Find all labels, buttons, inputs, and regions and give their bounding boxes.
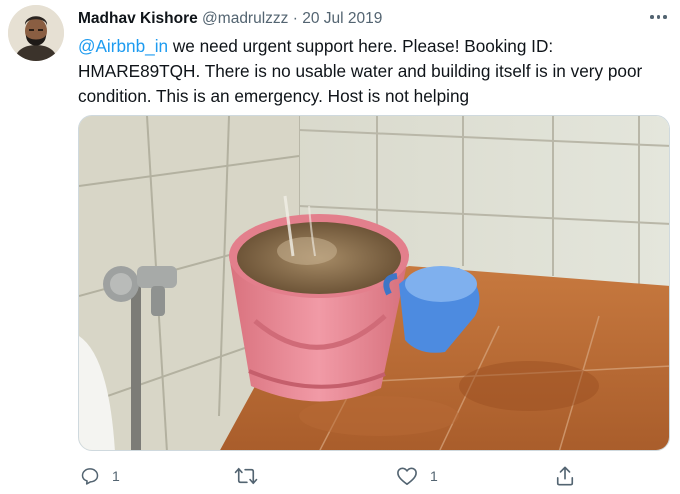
retweet-icon [234, 467, 258, 485]
retweet-button[interactable] [234, 463, 270, 489]
heart-icon [397, 467, 417, 485]
header-separator: · [292, 10, 298, 27]
author-name[interactable]: Madhav Kishore [78, 10, 198, 27]
more-options-button[interactable] [646, 9, 670, 25]
tweet-media-photo[interactable] [78, 115, 670, 451]
tweet-header: Madhav Kishore @madrulzzz · 20 Jul 2019 [78, 9, 382, 29]
tweet-date[interactable]: 20 Jul 2019 [302, 10, 382, 27]
like-button[interactable]: 1 [396, 463, 438, 489]
author-handle[interactable]: @madrulzzz [202, 10, 288, 27]
like-count: 1 [430, 468, 438, 484]
tweet-text: @Airbnb_in we need urgent support here. … [78, 34, 673, 109]
avatar-image [8, 5, 64, 61]
bathroom-photo [79, 116, 669, 450]
mention-link[interactable]: @Airbnb_in [78, 36, 168, 56]
share-icon [556, 466, 574, 486]
reply-count: 1 [112, 468, 120, 484]
tweet-action-bar: 1 1 [0, 463, 680, 491]
reply-button[interactable]: 1 [80, 463, 120, 489]
share-button[interactable] [555, 463, 575, 489]
tweet-card[interactable]: Madhav Kishore @madrulzzz · 20 Jul 2019 … [0, 0, 680, 494]
reply-icon [81, 468, 99, 485]
avatar[interactable] [8, 5, 64, 61]
